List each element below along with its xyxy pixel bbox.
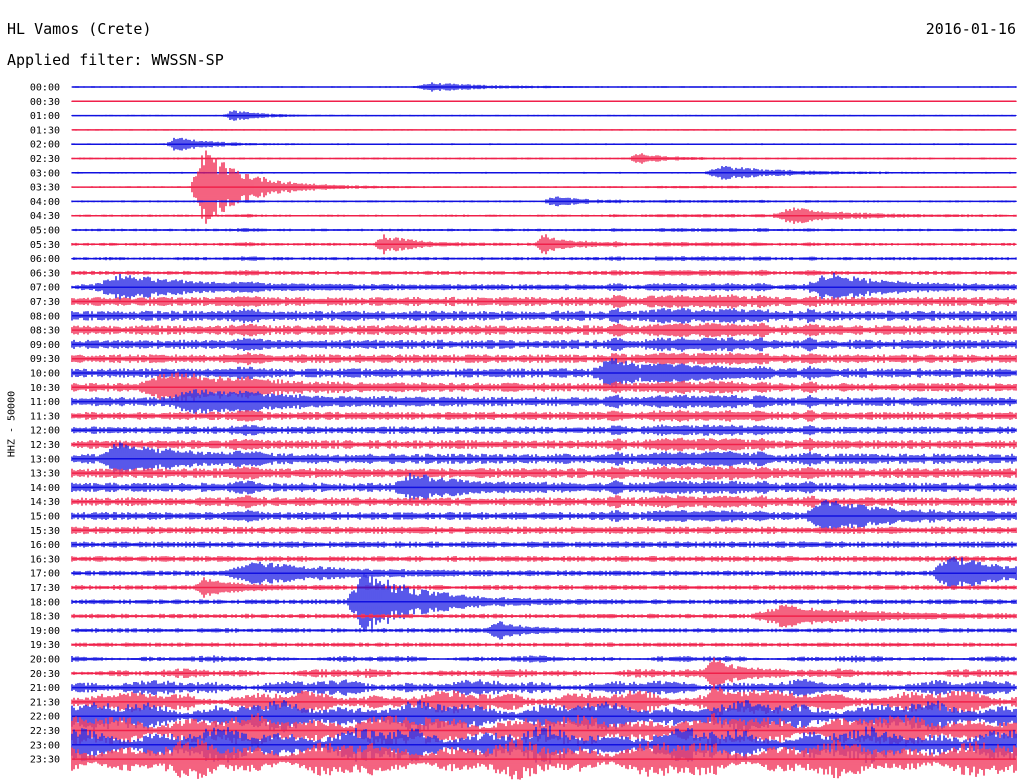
seismic-traces [71, 82, 1017, 780]
time-tick-label: 04:00 [30, 197, 60, 208]
time-tick-label: 20:30 [30, 669, 60, 680]
time-tick-label: 19:00 [30, 626, 60, 637]
time-tick-label: 05:00 [30, 226, 60, 237]
time-tick-label: 09:00 [30, 340, 60, 351]
time-tick-label: 13:00 [30, 454, 60, 465]
time-tick-label: 02:00 [30, 140, 60, 151]
time-tick-label: 12:30 [30, 440, 60, 451]
time-tick-label: 01:30 [30, 125, 60, 136]
time-tick-label: 22:00 [30, 712, 60, 723]
time-tick-label: 16:30 [30, 554, 60, 565]
time-tick-label: 18:00 [30, 597, 60, 608]
time-tick-label: 19:30 [30, 640, 60, 651]
time-tick-label: 02:30 [30, 154, 60, 165]
time-tick-label: 04:30 [30, 211, 60, 222]
time-tick-label: 09:30 [30, 354, 60, 365]
time-tick-label: 11:00 [30, 397, 60, 408]
time-tick-label: 21:30 [30, 697, 60, 708]
time-tick-label: 12:00 [30, 426, 60, 437]
time-tick-label: 20:00 [30, 655, 60, 666]
time-tick-label: 15:30 [30, 526, 60, 537]
time-tick-label: 00:00 [30, 83, 60, 94]
time-tick-label: 11:30 [30, 411, 60, 422]
time-tick-label: 14:00 [30, 483, 60, 494]
time-tick-label: 07:00 [30, 283, 60, 294]
time-tick-label: 10:30 [30, 383, 60, 394]
time-tick-label: 10:00 [30, 369, 60, 380]
time-tick-label: 01:00 [30, 111, 60, 122]
time-tick-label: 23:00 [30, 740, 60, 751]
time-tick-label: 05:30 [30, 240, 60, 251]
time-tick-label: 03:30 [30, 183, 60, 194]
time-tick-label: 13:30 [30, 469, 60, 480]
time-tick-label: 06:30 [30, 268, 60, 279]
time-tick-labels: 00:00 00:30 01:00 01:30 02:00 02:30 03:00 03:30… [30, 83, 60, 766]
time-tick-label: 15:00 [30, 512, 60, 523]
time-tick-label: 17:30 [30, 583, 60, 594]
time-tick-label: 08:00 [30, 311, 60, 322]
time-tick-label: 17:00 [30, 569, 60, 580]
time-tick-label: 00:30 [30, 97, 60, 108]
time-tick-label: 18:30 [30, 612, 60, 623]
time-tick-label: 14:30 [30, 497, 60, 508]
time-tick-label: 16:00 [30, 540, 60, 551]
time-tick-label: 08:30 [30, 326, 60, 337]
time-tick-label: 21:00 [30, 683, 60, 694]
seismogram-plot: 00:00 00:30 01:00 01:30 02:00 02:30 03:00 03:30… [30, 82, 1017, 780]
time-tick-label: 03:00 [30, 168, 60, 179]
time-tick-label: 06:00 [30, 254, 60, 265]
time-tick-label: 07:30 [30, 297, 60, 308]
time-tick-label: 23:30 [30, 755, 60, 766]
time-tick-label: 22:30 [30, 726, 60, 737]
